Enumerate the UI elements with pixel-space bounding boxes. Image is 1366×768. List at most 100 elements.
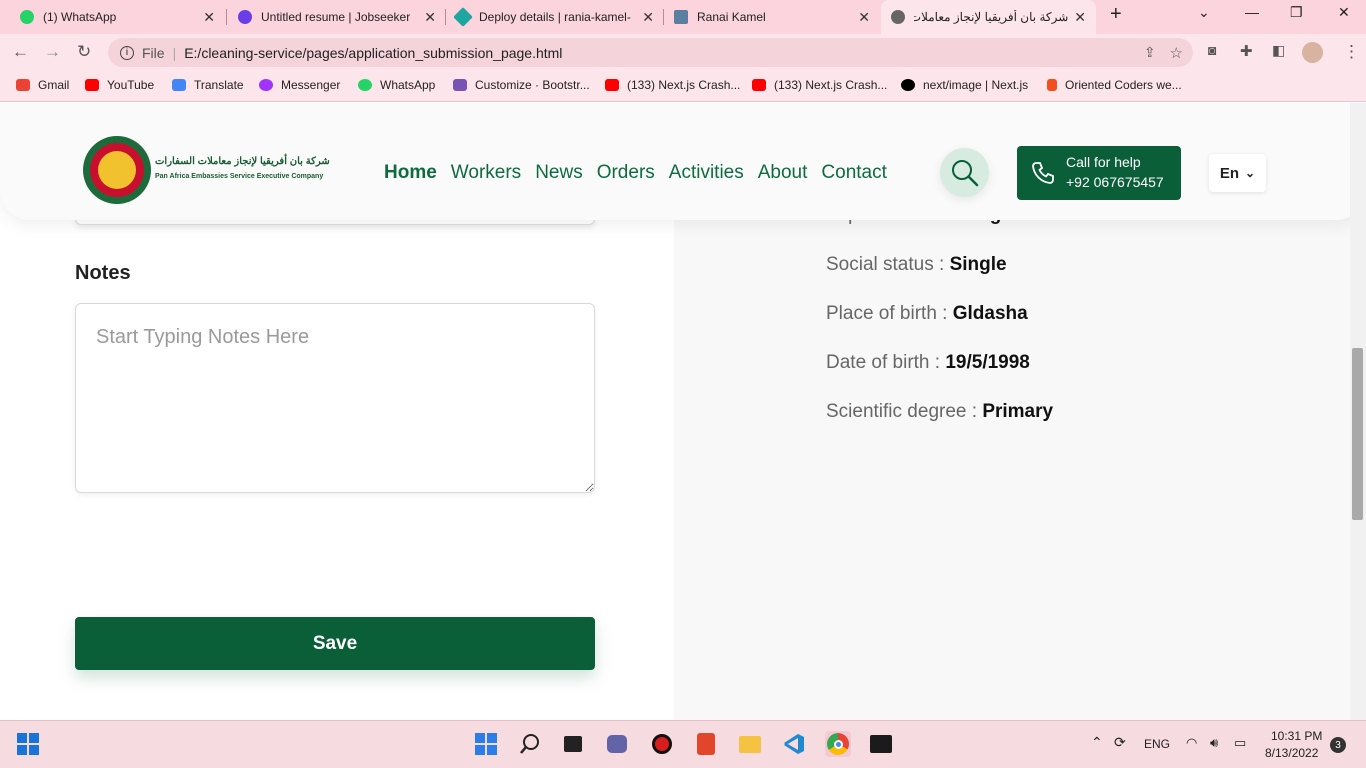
main-nav: Home Workers News Orders Activities Abou… xyxy=(384,162,887,184)
portfolio-icon xyxy=(674,10,688,24)
save-button[interactable]: Save xyxy=(75,617,595,670)
new-tab-plus-icon[interactable]: + xyxy=(1110,3,1122,26)
back-arrow-icon[interactable]: ← xyxy=(12,42,29,62)
nav-news[interactable]: News xyxy=(535,162,583,184)
company-logo[interactable] xyxy=(83,136,151,204)
office-icon[interactable] xyxy=(693,731,719,757)
bookmark-youtube[interactable]: YouTube xyxy=(85,78,154,92)
whatsapp-icon xyxy=(20,10,34,24)
clock-date[interactable]: 8/13/2022 xyxy=(1265,746,1318,760)
info-social-status: Social status : Single xyxy=(826,254,1007,275)
brand-name-arabic: شركة بان أفريقيا لإنجاز معاملات السفارات xyxy=(155,156,330,167)
browser-tab-strip: (1) WhatsApp ✕ Untitled resume | Jobseek… xyxy=(0,0,1366,34)
youtube-icon xyxy=(605,79,619,91)
web-page: Experience : Pricing Time Social status … xyxy=(0,103,1350,720)
windows-start-icon[interactable] xyxy=(15,731,41,757)
bookmark-bootstrap[interactable]: Customize · Bootstr... xyxy=(453,78,590,92)
close-tab-icon[interactable]: ✕ xyxy=(1074,9,1086,26)
terminal-icon[interactable] xyxy=(868,731,894,757)
info-date-of-birth: Date of birth : 19/5/1998 xyxy=(826,352,1030,373)
info-icon[interactable]: i xyxy=(120,45,134,60)
camera-icon[interactable]: ◙ xyxy=(1208,42,1216,58)
nav-home[interactable]: Home xyxy=(384,162,437,184)
brand-name-english: Pan Africa Embassies Service Executive C… xyxy=(155,173,324,180)
input-language[interactable]: ENG xyxy=(1144,737,1170,751)
volume-icon[interactable]: 🔊︎ xyxy=(1210,735,1218,751)
bootstrap-icon xyxy=(453,79,467,91)
close-tab-icon[interactable]: ✕ xyxy=(203,9,215,26)
translate-icon xyxy=(172,79,186,91)
bookmark-oriented-coders[interactable]: Oriented Coders we... xyxy=(1047,78,1182,92)
profile-avatar[interactable] xyxy=(1302,42,1323,63)
file-explorer-icon[interactable] xyxy=(737,731,763,757)
nav-orders[interactable]: Orders xyxy=(597,162,655,184)
tab-whatsapp[interactable]: (1) WhatsApp ✕ xyxy=(10,0,225,34)
tray-chevron-up-icon[interactable]: ⌃ xyxy=(1091,734,1103,751)
battery-icon[interactable]: ▭ xyxy=(1234,735,1246,751)
bookmark-next-image[interactable]: next/image | Next.js xyxy=(901,78,1028,92)
info-place-of-birth: Place of birth : Gldasha xyxy=(826,303,1028,324)
bookmark-gmail[interactable]: Gmail xyxy=(16,78,69,92)
call-number: +92 067675457 xyxy=(1066,174,1164,190)
share-icon[interactable]: ⇪ xyxy=(1144,44,1156,61)
teams-chat-icon[interactable] xyxy=(604,731,630,757)
call-label: Call for help xyxy=(1066,154,1141,170)
nav-contact[interactable]: Contact xyxy=(821,162,886,184)
chrome-icon[interactable] xyxy=(825,731,851,757)
youtube-icon xyxy=(752,79,766,91)
bookmark-star-icon[interactable]: ☆ xyxy=(1170,44,1183,62)
close-window-icon[interactable]: ✕ xyxy=(1338,4,1350,21)
nav-workers[interactable]: Workers xyxy=(451,162,521,184)
messenger-icon xyxy=(259,79,273,91)
start-button-icon[interactable] xyxy=(473,731,499,757)
tab-deploy-details[interactable]: Deploy details | rania-kamel- ✕ xyxy=(446,0,664,34)
bookmark-nextjs-crash-2[interactable]: (133) Next.js Crash... xyxy=(752,78,887,92)
search-button[interactable] xyxy=(940,148,989,197)
taskbar-search-icon[interactable] xyxy=(517,731,543,757)
vscode-icon[interactable] xyxy=(781,731,807,757)
scrollbar-thumb[interactable] xyxy=(1352,348,1363,520)
info-scientific-degree: Scientific degree : Primary xyxy=(826,401,1054,422)
netlify-icon xyxy=(453,7,473,27)
bookmark-messenger[interactable]: Messenger xyxy=(259,78,340,92)
bookmark-whatsapp[interactable]: WhatsApp xyxy=(358,78,435,92)
minimize-icon[interactable]: — xyxy=(1245,4,1259,20)
notification-badge[interactable]: 3 xyxy=(1330,737,1346,753)
sync-icon[interactable]: ⟳ xyxy=(1114,734,1126,751)
clock-time[interactable]: 10:31 PM xyxy=(1271,729,1322,743)
youtube-icon xyxy=(85,79,99,91)
close-tab-icon[interactable]: ✕ xyxy=(424,9,436,26)
nav-about[interactable]: About xyxy=(758,162,808,184)
bookmark-nextjs-crash-1[interactable]: (133) Next.js Crash... xyxy=(605,78,740,92)
tab-search-chevron-icon[interactable]: ⌄ xyxy=(1198,4,1210,21)
side-panel-icon[interactable]: ◧ xyxy=(1272,42,1285,59)
notes-textarea[interactable] xyxy=(75,303,595,493)
tab-ranai-kamel[interactable]: Ranai Kamel ✕ xyxy=(664,0,880,34)
reload-icon[interactable]: ↻ xyxy=(77,42,91,62)
close-tab-icon[interactable]: ✕ xyxy=(858,9,870,26)
windows-taskbar: ⌃ ⟳ ENG ◠ 🔊︎ ▭ 10:31 PM 8/13/2022 3 xyxy=(0,720,1366,768)
whatsapp-icon xyxy=(358,79,372,91)
url-text[interactable]: E:/cleaning-service/pages/application_su… xyxy=(184,45,562,61)
restore-icon[interactable]: ❐ xyxy=(1290,4,1303,21)
task-view-icon[interactable] xyxy=(560,731,586,757)
wifi-icon[interactable]: ◠ xyxy=(1186,735,1197,751)
tab-active-site[interactable]: شركة بان أفريقيا لإنجاز معاملات ✕ xyxy=(881,0,1096,34)
jobseeker-icon xyxy=(238,10,252,24)
bookmark-translate[interactable]: Translate xyxy=(172,78,244,92)
nav-activities[interactable]: Activities xyxy=(669,162,744,184)
omnibox[interactable]: i File | E:/cleaning-service/pages/appli… xyxy=(108,38,1193,67)
nextjs-icon xyxy=(901,79,915,91)
call-for-help-button[interactable]: Call for help +92 067675457 xyxy=(1017,146,1181,200)
language-select[interactable]: En ⌄ xyxy=(1209,154,1266,192)
extensions-puzzle-icon[interactable]: ✚ xyxy=(1240,42,1253,60)
tab-jobseeker[interactable]: Untitled resume | Jobseeker ✕ xyxy=(228,0,446,34)
africa-emblem-icon xyxy=(98,151,136,189)
close-tab-icon[interactable]: ✕ xyxy=(642,9,654,26)
recorder-icon[interactable] xyxy=(649,731,675,757)
menu-dots-icon[interactable]: ⋮ xyxy=(1343,42,1360,62)
notes-label: Notes xyxy=(75,262,131,284)
bookmarks-bar: Gmail YouTube Translate Messenger WhatsA… xyxy=(0,72,1366,102)
tab-divider xyxy=(226,9,227,25)
forward-arrow-icon[interactable]: → xyxy=(44,42,61,62)
